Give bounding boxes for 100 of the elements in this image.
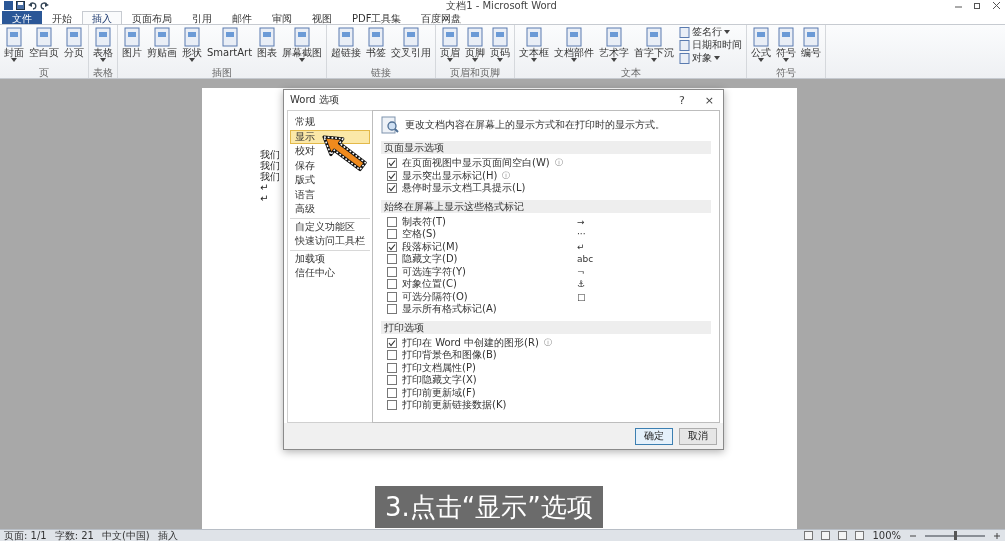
checkbox[interactable] xyxy=(387,362,397,373)
checkbox[interactable] xyxy=(387,254,397,265)
nav-item[interactable]: 快速访问工具栏 xyxy=(290,234,370,249)
ribbon-button[interactable]: 图表 xyxy=(255,26,280,67)
arrow-drawing xyxy=(322,135,367,172)
checkbox[interactable] xyxy=(387,279,397,290)
checkbox[interactable] xyxy=(387,170,397,181)
ribbon-button[interactable]: 交叉引用 xyxy=(389,26,434,67)
caret-icon xyxy=(299,58,306,62)
checkbox[interactable] xyxy=(387,266,397,277)
nav-item[interactable]: 常规 xyxy=(290,115,370,130)
ribbon-button[interactable]: 页码 xyxy=(488,26,513,67)
ribbon-button[interactable]: 文本框 xyxy=(517,26,552,67)
group-label: 页眉和页脚 xyxy=(449,67,502,78)
close-icon[interactable] xyxy=(992,1,1001,10)
nav-item[interactable]: 版式 xyxy=(290,173,370,188)
ribbon-button[interactable]: 剪贴画 xyxy=(145,26,179,67)
ribbon-button[interactable]: 对象 xyxy=(677,52,745,64)
checkbox[interactable] xyxy=(387,229,397,240)
ribbon-button[interactable]: 符号 xyxy=(774,26,799,67)
checkbox[interactable] xyxy=(387,241,397,252)
nav-item[interactable]: 信任中心 xyxy=(290,266,370,281)
caret-icon xyxy=(571,58,578,62)
group-label: 符号 xyxy=(775,67,798,78)
checkbox[interactable] xyxy=(387,216,397,227)
checkbox[interactable] xyxy=(387,350,397,361)
document-icon xyxy=(336,27,357,47)
zoom-slider[interactable] xyxy=(954,530,957,540)
document-icon xyxy=(182,27,202,47)
nav-item[interactable]: 保存 xyxy=(290,158,370,173)
ribbon-button[interactable]: 首字下沉 xyxy=(632,26,677,67)
ribbon-button[interactable]: SmartArt xyxy=(205,26,255,67)
nav-item[interactable]: 高级 xyxy=(290,202,370,217)
ribbon-button[interactable]: 编号 xyxy=(799,26,824,67)
ribbon-button[interactable]: 封面 xyxy=(2,26,26,67)
checkbox-label: 打印在 Word 中创建的图形(R) xyxy=(402,336,539,349)
ribbon-button[interactable]: 形状 xyxy=(180,26,204,67)
document-icon xyxy=(292,27,313,47)
ribbon-button[interactable]: 空白页 xyxy=(27,26,61,67)
group-label: 插图 xyxy=(211,67,234,78)
ok-button[interactable]: 确定 xyxy=(635,427,673,445)
ribbon-tab[interactable]: 页面布局 xyxy=(122,11,182,24)
close-button[interactable]: × xyxy=(701,93,717,107)
nav-item[interactable]: 校对 xyxy=(290,144,370,159)
redo-icon[interactable] xyxy=(40,1,49,10)
save-icon[interactable] xyxy=(16,1,25,10)
document-icon xyxy=(490,27,511,47)
ribbon-tab[interactable]: 百度网盘 xyxy=(411,11,472,24)
ribbon-button[interactable]: 图片 xyxy=(120,26,144,67)
nav-item[interactable]: 加载项 xyxy=(290,251,370,266)
ribbon-tab[interactable]: PDF工具集 xyxy=(342,11,412,24)
section-heading: 打印选项 xyxy=(381,320,711,334)
paragraph-text: 我们 xyxy=(260,171,280,182)
checkbox[interactable] xyxy=(387,304,397,315)
ribbon-tab[interactable]: 插入 xyxy=(82,11,122,24)
checkbox[interactable] xyxy=(387,291,397,302)
ribbon-button[interactable]: 页脚 xyxy=(463,26,488,67)
document-icon xyxy=(34,27,54,47)
caret-icon xyxy=(724,30,731,34)
ribbon-button[interactable]: 超链接 xyxy=(329,26,364,67)
ribbon-button[interactable]: 表格 xyxy=(91,26,115,67)
ribbon-button[interactable]: 日期和时间 xyxy=(677,39,745,51)
ribbon-tab[interactable]: 审阅 xyxy=(262,11,302,24)
zoom-in-icon[interactable] xyxy=(993,531,1001,540)
ribbon-tab[interactable]: 文件 xyxy=(2,11,42,24)
caret-icon xyxy=(447,58,454,62)
checkbox[interactable] xyxy=(387,337,397,348)
checkbox[interactable] xyxy=(387,183,397,194)
document-icon xyxy=(644,27,665,47)
caret-icon xyxy=(758,58,765,62)
checkbox-label: 在页面视图中显示页面间空白(W) xyxy=(402,157,550,170)
help-button[interactable]: ? xyxy=(675,93,688,107)
ribbon-tab[interactable]: 视图 xyxy=(302,11,342,24)
document-icon xyxy=(776,27,797,47)
ribbon-button[interactable]: 分页 xyxy=(62,26,86,67)
ribbon-button[interactable]: 艺术字 xyxy=(597,26,632,67)
ribbon-button[interactable]: 书签 xyxy=(364,26,389,67)
group-label: 表格 xyxy=(92,67,114,78)
paragraph-text: 我们 xyxy=(260,149,280,160)
document-icon xyxy=(564,27,585,47)
ribbon-button[interactable]: 屏幕截图 xyxy=(280,26,325,67)
undo-icon[interactable] xyxy=(28,1,37,10)
nav-item[interactable]: 自定义功能区 xyxy=(290,219,370,234)
checkbox[interactable] xyxy=(387,375,397,386)
ribbon-tab[interactable]: 开始 xyxy=(42,11,82,24)
cancel-button[interactable]: 取消 xyxy=(679,427,717,445)
checkbox[interactable] xyxy=(387,400,397,411)
paragraph-text: 我们 xyxy=(260,160,280,171)
restore-icon[interactable] xyxy=(973,1,982,10)
ribbon-button[interactable]: 签名行 xyxy=(677,26,745,38)
ribbon-button[interactable]: 公式 xyxy=(749,26,774,67)
ribbon-tab[interactable]: 引用 xyxy=(182,11,222,24)
nav-item[interactable]: 语言 xyxy=(290,187,370,202)
ribbon-button[interactable]: 页眉 xyxy=(438,26,463,67)
ribbon-tab[interactable]: 邮件 xyxy=(222,11,262,24)
checkbox[interactable] xyxy=(387,158,397,169)
checkbox[interactable] xyxy=(387,387,397,398)
document-icon xyxy=(751,27,772,47)
window-title: 文档1 - Microsoft Word xyxy=(445,0,558,11)
ribbon-button[interactable]: 文档部件 xyxy=(552,26,597,67)
